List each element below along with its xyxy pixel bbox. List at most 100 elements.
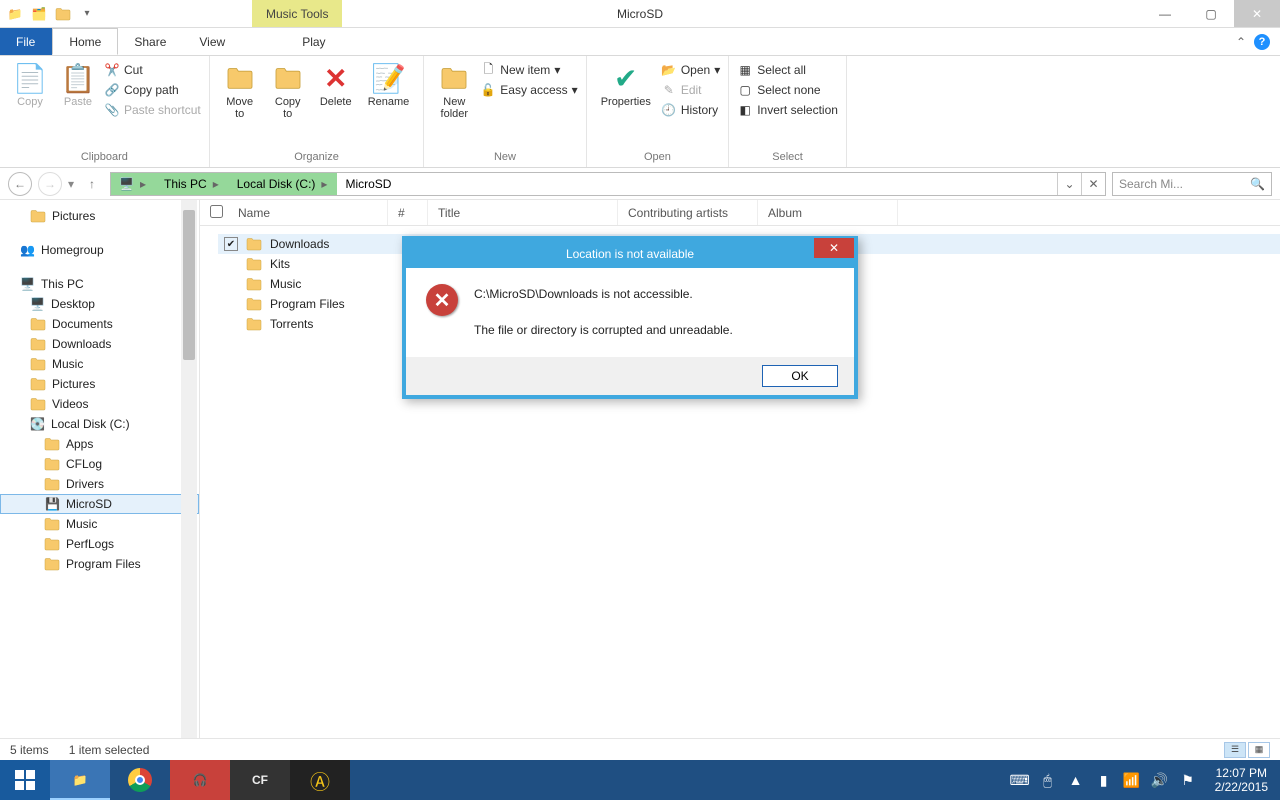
properties-button[interactable]: ✔Properties bbox=[595, 60, 657, 110]
tab-home[interactable]: Home bbox=[52, 28, 118, 55]
forward-button[interactable]: → bbox=[38, 172, 62, 196]
nav-local-disk[interactable]: 💽Local Disk (C:) bbox=[0, 414, 199, 434]
back-button[interactable]: ← bbox=[8, 172, 32, 196]
breadcrumb-microsd[interactable]: MicroSD bbox=[337, 173, 399, 195]
taskbar-app-anarchy[interactable]: Ⓐ bbox=[290, 760, 350, 800]
nav-pictures2[interactable]: Pictures bbox=[0, 374, 199, 394]
tray-network-icon[interactable]: 📶 bbox=[1123, 772, 1141, 789]
breadcrumb-this-pc[interactable]: This PC▸ bbox=[156, 173, 229, 195]
collapse-ribbon-icon[interactable]: ⌃ bbox=[1236, 35, 1246, 49]
nav-music2[interactable]: Music bbox=[0, 514, 199, 534]
breadcrumb-pc-icon[interactable]: 🖥️▸ bbox=[111, 173, 156, 195]
nav-microsd[interactable]: 💾MicroSD bbox=[0, 494, 199, 514]
select-all-checkbox[interactable] bbox=[210, 205, 223, 218]
qat-dropdown-icon[interactable]: ▾ bbox=[76, 3, 98, 25]
refresh-button[interactable]: ✕ bbox=[1081, 173, 1105, 195]
paste-shortcut-button[interactable]: 📎Paste shortcut bbox=[104, 102, 201, 118]
taskbar-app-cf[interactable]: CF bbox=[230, 760, 290, 800]
col-name[interactable]: Name bbox=[228, 200, 388, 225]
qat-properties-icon[interactable]: 🗂️ bbox=[28, 3, 50, 25]
rename-button[interactable]: 📝Rename bbox=[362, 60, 416, 110]
music-tools-tab[interactable]: Music Tools bbox=[252, 0, 342, 27]
tray-up-icon[interactable]: ▲ bbox=[1067, 772, 1085, 788]
nav-scrollbar[interactable] bbox=[181, 200, 197, 738]
nav-homegroup[interactable]: 👥Homegroup bbox=[0, 240, 199, 260]
col-title[interactable]: Title bbox=[428, 200, 618, 225]
easy-access-button[interactable]: 🔓Easy access ▾ bbox=[480, 82, 577, 98]
nav-desktop[interactable]: 🖥️Desktop bbox=[0, 294, 199, 314]
maximize-button[interactable]: ▢ bbox=[1188, 0, 1234, 27]
address-row: ← → ▾ ↑ 🖥️▸ This PC▸ Local Disk (C:)▸ Mi… bbox=[0, 168, 1280, 200]
search-placeholder: Search Mi... bbox=[1119, 177, 1183, 191]
app-icon: 📁 bbox=[4, 3, 26, 25]
icons-view-button[interactable]: ▦ bbox=[1248, 742, 1270, 758]
ribbon-tabs: File Home Share View Play ⌃ ? bbox=[0, 28, 1280, 56]
title-bar: 📁 🗂️ ▾ Music Tools MicroSD — ▢ ✕ bbox=[0, 0, 1280, 28]
col-album[interactable]: Album bbox=[758, 200, 898, 225]
move-to-button[interactable]: Move to bbox=[218, 60, 262, 122]
group-label-new: New bbox=[432, 149, 577, 163]
tray-keyboard-icon[interactable]: ⌨ bbox=[1011, 772, 1029, 789]
dialog-close-button[interactable]: ✕ bbox=[814, 238, 854, 258]
nav-this-pc[interactable]: 🖥️This PC bbox=[0, 274, 199, 294]
nav-program-files[interactable]: Program Files bbox=[0, 554, 199, 574]
edit-button[interactable]: ✎Edit bbox=[661, 82, 720, 98]
nav-drivers[interactable]: Drivers bbox=[0, 474, 199, 494]
nav-apps[interactable]: Apps bbox=[0, 434, 199, 454]
tab-play[interactable]: Play bbox=[286, 28, 342, 55]
taskbar-chrome[interactable] bbox=[110, 760, 170, 800]
minimize-button[interactable]: — bbox=[1142, 0, 1188, 27]
address-dropdown-icon[interactable]: ⌄ bbox=[1057, 173, 1081, 195]
nav-documents[interactable]: Documents bbox=[0, 314, 199, 334]
delete-button[interactable]: ✕Delete bbox=[314, 60, 358, 110]
open-button[interactable]: 📂Open ▾ bbox=[661, 62, 720, 78]
group-label-select: Select bbox=[737, 149, 838, 163]
qat-newfolder-icon[interactable] bbox=[52, 3, 74, 25]
search-input[interactable]: Search Mi... 🔍 bbox=[1112, 172, 1272, 196]
taskbar: 📁 🎧 CF Ⓐ ⌨ 🖱 ▲ ▮ 📶 🔊 ⚑ 12:07 PM 2/22/201… bbox=[0, 760, 1280, 800]
paste-button[interactable]: 📋Paste bbox=[56, 60, 100, 110]
col-artists[interactable]: Contributing artists bbox=[618, 200, 758, 225]
taskbar-app-headphones[interactable]: 🎧 bbox=[170, 760, 230, 800]
select-none-button[interactable]: ▢Select none bbox=[737, 82, 838, 98]
dialog-ok-button[interactable]: OK bbox=[762, 365, 838, 387]
nav-downloads[interactable]: Downloads bbox=[0, 334, 199, 354]
new-folder-button[interactable]: New folder bbox=[432, 60, 476, 122]
nav-videos[interactable]: Videos bbox=[0, 394, 199, 414]
nav-pictures[interactable]: Pictures bbox=[0, 206, 199, 226]
breadcrumb-local-disk[interactable]: Local Disk (C:)▸ bbox=[229, 173, 338, 195]
column-headers[interactable]: Name # Title Contributing artists Album bbox=[200, 200, 1280, 226]
edit-icon: ✎ bbox=[661, 82, 677, 98]
cut-button[interactable]: ✂️Cut bbox=[104, 62, 201, 78]
recent-dropdown-icon[interactable]: ▾ bbox=[68, 177, 74, 191]
row-checkbox[interactable]: ✔ bbox=[224, 237, 238, 251]
copy-path-button[interactable]: 🔗Copy path bbox=[104, 82, 201, 98]
tray-flag-icon[interactable]: ⚑ bbox=[1179, 772, 1197, 789]
details-view-button[interactable]: ☰ bbox=[1224, 742, 1246, 758]
taskbar-explorer[interactable]: 📁 bbox=[50, 760, 110, 800]
tray-battery-icon[interactable]: ▮ bbox=[1095, 772, 1113, 789]
start-button[interactable] bbox=[0, 760, 50, 800]
up-button[interactable]: ↑ bbox=[80, 172, 104, 196]
desktop-icon: 🖥️ bbox=[30, 297, 45, 311]
tab-view[interactable]: View bbox=[183, 28, 242, 55]
nav-music[interactable]: Music bbox=[0, 354, 199, 374]
col-num[interactable]: # bbox=[388, 200, 428, 225]
tray-volume-icon[interactable]: 🔊 bbox=[1151, 772, 1169, 789]
history-button[interactable]: 🕘History bbox=[661, 102, 720, 118]
new-item-button[interactable]: 🗋New item ▾ bbox=[480, 62, 577, 78]
address-bar[interactable]: 🖥️▸ This PC▸ Local Disk (C:)▸ MicroSD ⌄ … bbox=[110, 172, 1106, 196]
invert-selection-button[interactable]: ◧Invert selection bbox=[737, 102, 838, 118]
copy-to-button[interactable]: Copy to bbox=[266, 60, 310, 122]
tray-mouse-icon[interactable]: 🖱 bbox=[1039, 772, 1057, 789]
close-button[interactable]: ✕ bbox=[1234, 0, 1280, 27]
copy-button[interactable]: 📄Copy bbox=[8, 60, 52, 110]
nav-cflog[interactable]: CFLog bbox=[0, 454, 199, 474]
nav-perflogs[interactable]: PerfLogs bbox=[0, 534, 199, 554]
taskbar-clock[interactable]: 12:07 PM 2/22/2015 bbox=[1207, 766, 1276, 795]
tab-file[interactable]: File bbox=[0, 28, 52, 55]
help-icon[interactable]: ? bbox=[1254, 34, 1270, 50]
navigation-pane[interactable]: Pictures 👥Homegroup 🖥️This PC 🖥️Desktop … bbox=[0, 200, 200, 738]
select-all-button[interactable]: ▦Select all bbox=[737, 62, 838, 78]
tab-share[interactable]: Share bbox=[118, 28, 183, 55]
